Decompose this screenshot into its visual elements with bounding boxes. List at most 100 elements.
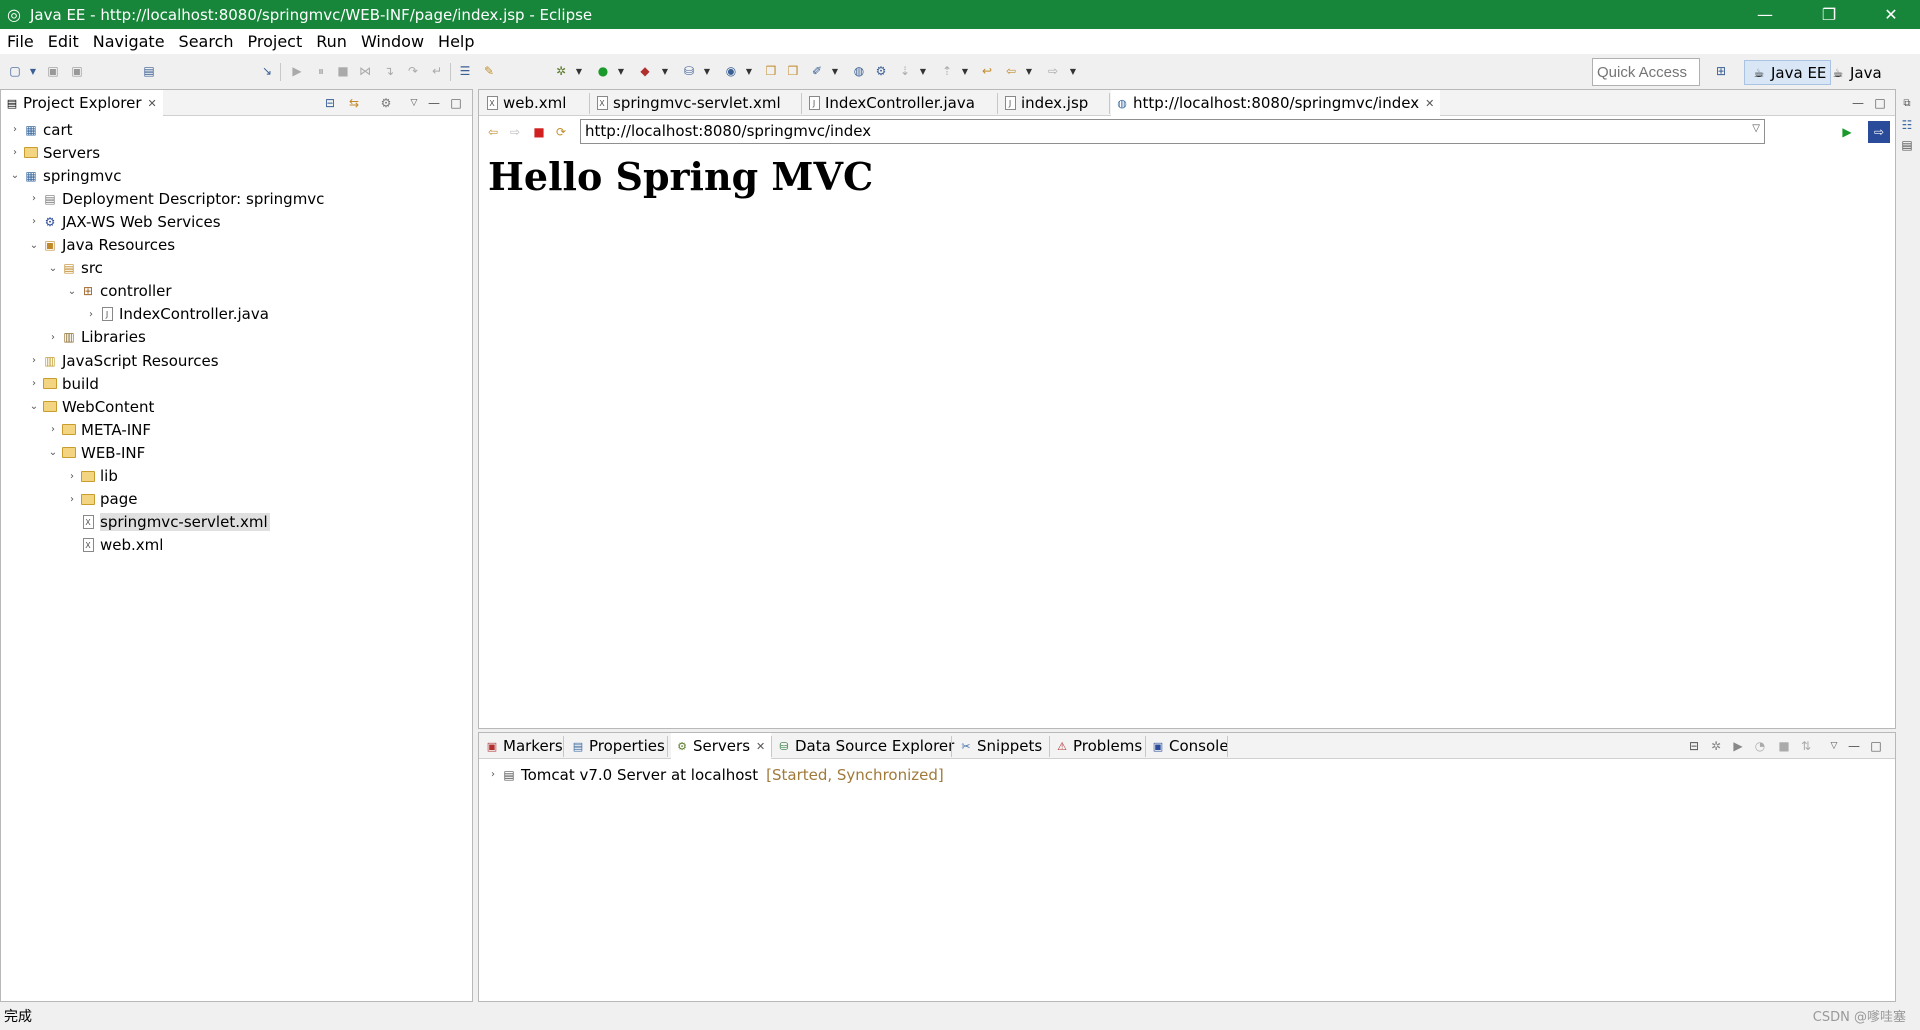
tree-item[interactable]: › ▤ Deployment Descriptor: springmvc bbox=[28, 187, 324, 210]
tree-item[interactable]: › META-INF bbox=[47, 418, 151, 441]
outline-icon[interactable]: ☷ bbox=[1898, 116, 1916, 134]
mark-occurrences-icon[interactable]: ✎ bbox=[480, 62, 498, 80]
chevron-right-icon[interactable]: › bbox=[66, 471, 78, 482]
restore-trim-icon[interactable]: ⧉ bbox=[1898, 94, 1916, 112]
tree-item[interactable]: › ⚙ JAX-WS Web Services bbox=[28, 210, 221, 233]
view-dropdown-icon[interactable]: ▽ bbox=[1825, 737, 1843, 755]
perspective-java[interactable]: ☕ Java bbox=[1824, 60, 1886, 85]
tree-item[interactable]: ⌄ ▣ Java Resources bbox=[28, 234, 175, 257]
tree-item[interactable]: › build bbox=[28, 372, 99, 395]
run-icon[interactable]: ● bbox=[594, 62, 612, 80]
tree-item[interactable]: › ▥ Libraries bbox=[47, 326, 146, 349]
run-dropdown-icon[interactable]: ▼ bbox=[612, 62, 630, 80]
debug-dropdown-icon[interactable]: ▼ bbox=[570, 62, 588, 80]
view-dropdown-icon[interactable]: ▽ bbox=[405, 94, 423, 112]
resume-icon[interactable]: ▶ bbox=[288, 62, 306, 80]
minimize-editor-icon[interactable]: — bbox=[1849, 94, 1867, 112]
server-dropdown-icon[interactable]: ▼ bbox=[698, 62, 716, 80]
close-tab-icon[interactable]: ✕ bbox=[1425, 97, 1434, 110]
tree-item[interactable]: Xweb.xml bbox=[66, 534, 163, 557]
chevron-right-icon[interactable]: › bbox=[9, 147, 21, 158]
disconnect-icon[interactable]: ⋈ bbox=[356, 62, 374, 80]
coverage-dropdown-icon[interactable]: ▼ bbox=[656, 62, 674, 80]
forward-dropdown-icon[interactable]: ▼ bbox=[1064, 62, 1082, 80]
save-all-icon[interactable]: ▣ bbox=[68, 62, 86, 80]
tree-item[interactable]: › page bbox=[66, 488, 137, 511]
web-browser-icon[interactable]: ◍ bbox=[850, 62, 868, 80]
debug-server-icon[interactable]: ✲ bbox=[1707, 737, 1725, 755]
tree-item[interactable]: › Servers bbox=[9, 141, 100, 164]
open-web-icon[interactable]: ⚙ bbox=[872, 62, 890, 80]
show-whitespace-icon[interactable]: ☰ bbox=[456, 62, 474, 80]
browser-back-icon[interactable]: ⇦ bbox=[484, 123, 502, 141]
prev-annotation-icon[interactable]: ⇡ bbox=[938, 62, 956, 80]
browser-go-icon[interactable]: ▶ bbox=[1838, 123, 1856, 141]
view-menu-icon[interactable]: ⚙ bbox=[377, 94, 395, 112]
skip-breakpoints-icon[interactable]: ↘ bbox=[258, 62, 276, 80]
tree-item[interactable]: › ▦ cart bbox=[9, 118, 73, 141]
close-tab-icon[interactable]: ✕ bbox=[148, 97, 157, 110]
tree-item[interactable]: ⌄ ▦ springmvc bbox=[9, 164, 122, 187]
start-server-icon[interactable]: ▶ bbox=[1729, 737, 1747, 755]
chevron-right-icon[interactable]: › bbox=[28, 355, 40, 366]
stop-server-icon[interactable]: ■ bbox=[1775, 737, 1793, 755]
suspend-icon[interactable]: ⏸ bbox=[312, 62, 330, 80]
chevron-right-icon[interactable]: › bbox=[85, 309, 97, 320]
restore-icon[interactable]: ❐ bbox=[1800, 0, 1858, 29]
maximize-editor-icon[interactable]: □ bbox=[1871, 94, 1889, 112]
forward-icon[interactable]: ⇨ bbox=[1044, 62, 1062, 80]
chevron-right-icon[interactable]: › bbox=[66, 494, 78, 505]
tree-item[interactable]: › ▥ JavaScript Resources bbox=[28, 349, 219, 372]
open-perspective-icon[interactable]: ⊞ bbox=[1712, 62, 1730, 80]
new-server-icon[interactable]: ⛁ bbox=[680, 62, 698, 80]
step-over-icon[interactable]: ↷ bbox=[404, 62, 422, 80]
coverage-icon[interactable]: ◆ bbox=[636, 62, 654, 80]
search-dropdown-icon[interactable]: ▼ bbox=[826, 62, 844, 80]
back-dropdown-icon[interactable]: ▼ bbox=[1020, 62, 1038, 80]
quick-access-input[interactable] bbox=[1592, 58, 1700, 86]
menu-project[interactable]: Project bbox=[241, 32, 310, 51]
menu-edit[interactable]: Edit bbox=[41, 32, 86, 51]
chevron-down-icon[interactable]: ⌄ bbox=[66, 286, 78, 297]
tab-data-source-explorer[interactable]: ⛁ Data Source Explorer bbox=[773, 733, 960, 759]
tab-web-xml[interactable]: X web.xml bbox=[481, 90, 572, 116]
class-dropdown-icon[interactable]: ▼ bbox=[740, 62, 758, 80]
collapse-all-icon[interactable]: ⊟ bbox=[1685, 737, 1703, 755]
maximize-view-icon[interactable]: □ bbox=[447, 94, 465, 112]
chevron-down-icon[interactable]: ⌄ bbox=[47, 263, 59, 274]
tree-item[interactable]: ⌄ ▤ src bbox=[47, 257, 103, 280]
open-type-icon[interactable]: ❒ bbox=[762, 62, 780, 80]
terminate-icon[interactable]: ■ bbox=[334, 62, 352, 80]
minimize-view-icon[interactable]: — bbox=[1845, 737, 1863, 755]
server-row[interactable]: › ▤ Tomcat v7.0 Server at localhost [Sta… bbox=[487, 763, 944, 786]
perspective-java-ee[interactable]: ☕ Java EE bbox=[1744, 60, 1832, 85]
save-icon[interactable]: ▣ bbox=[44, 62, 62, 80]
chevron-right-icon[interactable]: › bbox=[28, 378, 40, 389]
tab-springmvc-servlet-xml[interactable]: X springmvc-servlet.xml bbox=[591, 90, 787, 116]
new-icon[interactable]: ▢ bbox=[6, 62, 24, 80]
browser-refresh-icon[interactable]: ⟳ bbox=[552, 123, 570, 141]
new-java-class-icon[interactable]: ◉ bbox=[722, 62, 740, 80]
chevron-right-icon[interactable]: › bbox=[28, 216, 40, 227]
chevron-down-icon[interactable]: ⌄ bbox=[28, 240, 40, 251]
tree-item[interactable]: ⌄ ⊞ controller bbox=[66, 280, 172, 303]
prev-annotation-dropdown-icon[interactable]: ▼ bbox=[956, 62, 974, 80]
browser-open-external-icon[interactable]: ⇨ bbox=[1868, 121, 1890, 143]
open-task-icon[interactable]: ❒ bbox=[784, 62, 802, 80]
minimize-icon[interactable]: — bbox=[1736, 0, 1794, 29]
tab-properties[interactable]: ▤ Properties bbox=[567, 733, 671, 759]
chevron-right-icon[interactable]: › bbox=[28, 193, 40, 204]
annotation-dropdown-icon[interactable]: ▼ bbox=[914, 62, 932, 80]
chevron-right-icon[interactable]: › bbox=[487, 769, 499, 780]
menu-window[interactable]: Window bbox=[354, 32, 431, 51]
task-list-icon[interactable]: ▤ bbox=[1898, 136, 1916, 154]
profile-server-icon[interactable]: ◔ bbox=[1751, 737, 1769, 755]
tab-project-explorer[interactable]: ▤ Project Explorer ✕ bbox=[1, 90, 163, 116]
last-edit-icon[interactable]: ↩ bbox=[978, 62, 996, 80]
menu-run[interactable]: Run bbox=[309, 32, 354, 51]
collapse-all-icon[interactable]: ⊟ bbox=[321, 94, 339, 112]
close-tab-icon[interactable]: ✕ bbox=[756, 740, 765, 753]
menu-help[interactable]: Help bbox=[431, 32, 481, 51]
close-icon[interactable]: ✕ bbox=[1862, 0, 1920, 29]
minimize-view-icon[interactable]: — bbox=[425, 94, 443, 112]
